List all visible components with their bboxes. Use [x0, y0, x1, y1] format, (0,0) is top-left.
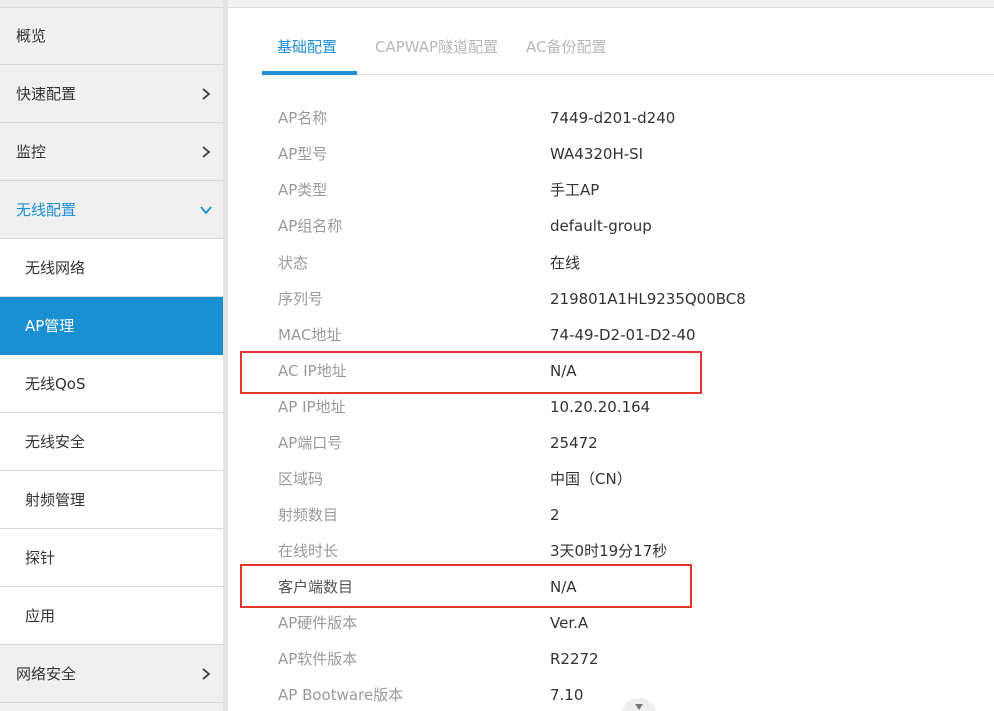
detail-key: AP端口号 — [278, 434, 343, 452]
detail-row-bootware-version: AP Bootware版本 7.10 — [228, 677, 994, 711]
tab-ac-backup-config[interactable]: AC备份配置 — [526, 28, 606, 74]
sidebar-subitem-radio-management[interactable]: 射频管理 — [0, 471, 223, 529]
chevron-right-icon — [202, 668, 211, 680]
chevron-right-icon — [202, 88, 211, 100]
detail-row-ap-port: AP端口号 25472 — [228, 425, 994, 461]
detail-key: AP组名称 — [278, 217, 343, 235]
detail-key: AP软件版本 — [278, 650, 358, 668]
detail-value: Ver.A — [550, 614, 589, 632]
detail-key: 序列号 — [278, 290, 324, 308]
detail-row-ap-name: AP名称 7449-d201-d240 — [228, 100, 994, 136]
detail-row-mac-address: MAC地址 74-49-D2-01-D2-40 — [228, 317, 994, 353]
chevron-right-icon — [202, 146, 211, 158]
sidebar-subitem-label: 无线QoS — [25, 375, 86, 393]
caret-down-icon — [635, 704, 643, 710]
sidebar-subitem-label: 探针 — [25, 549, 56, 567]
detail-value: 手工AP — [550, 181, 600, 199]
sidebar-subitem-label: AP管理 — [25, 317, 75, 335]
detail-row-status: 状态 在线 — [228, 245, 994, 281]
detail-key: AP名称 — [278, 109, 328, 127]
sidebar-subitem-wireless-network[interactable]: 无线网络 — [0, 239, 223, 297]
detail-row-software-version: AP软件版本 R2272 — [228, 641, 994, 677]
active-tab-indicator — [262, 71, 357, 75]
detail-key: AP IP地址 — [278, 398, 346, 416]
sidebar-item-label: 概览 — [16, 27, 47, 45]
detail-row-serial-number: 序列号 219801A1HL9235Q00BC8 — [228, 281, 994, 317]
highlight-box-client-count — [240, 564, 692, 608]
sidebar-subitem-application[interactable]: 应用 — [0, 587, 223, 645]
detail-key: 射频数目 — [278, 506, 339, 524]
sidebar-item-monitor[interactable]: 监控 — [0, 124, 223, 181]
sidebar-subitem-probe[interactable]: 探针 — [0, 529, 223, 587]
sidebar-item-label: 网络安全 — [16, 665, 77, 683]
highlight-box-ac-ip — [240, 351, 702, 394]
main-content: 基础配置 CAPWAP隧道配置 AC备份配置 AP名称 7449-d201-d2… — [228, 0, 994, 711]
detail-row-ap-model: AP型号 WA4320H-SI — [228, 136, 994, 172]
detail-value: 2 — [550, 506, 560, 524]
sidebar-item-label: 快速配置 — [16, 85, 77, 103]
detail-value: WA4320H-SI — [550, 145, 644, 163]
detail-value: 7.10 — [550, 686, 584, 704]
detail-row-ap-group: AP组名称 default-group — [228, 208, 994, 244]
sidebar-subitem-label: 应用 — [25, 607, 56, 625]
detail-row-region-code: 区域码 中国（CN） — [228, 461, 994, 497]
detail-value: 25472 — [550, 434, 598, 452]
chevron-down-icon — [200, 206, 212, 215]
detail-value: 在线 — [550, 254, 581, 272]
detail-row-radio-count: 射频数目 2 — [228, 497, 994, 533]
sidebar-item-wireless-config[interactable]: 无线配置 — [0, 182, 223, 239]
detail-row-hardware-version: AP硬件版本 Ver.A — [228, 605, 994, 641]
sidebar-item-label: 监控 — [16, 143, 47, 161]
detail-value: 219801A1HL9235Q00BC8 — [550, 290, 746, 308]
sidebar-top-strip — [0, 0, 223, 8]
sidebar-item-overview[interactable]: 概览 — [0, 8, 223, 65]
detail-key: AP硬件版本 — [278, 614, 358, 632]
detail-key: MAC地址 — [278, 326, 342, 344]
detail-value: R2272 — [550, 650, 599, 668]
sidebar-item-label: 无线配置 — [16, 201, 77, 219]
detail-value: 7449-d201-d240 — [550, 109, 676, 127]
main-top-strip — [228, 0, 994, 8]
app-window: 概览 快速配置 监控 无线配置 无线网络 AP管理 无线QoS 无线安全 射频管… — [0, 0, 994, 711]
sidebar-subitem-label: 无线网络 — [25, 259, 86, 277]
sidebar-subitem-wireless-security[interactable]: 无线安全 — [0, 413, 223, 471]
sidebar-item-quick-config[interactable]: 快速配置 — [0, 66, 223, 123]
tab-divider — [262, 74, 994, 75]
detail-key: 区域码 — [278, 470, 324, 488]
tab-capwap-tunnel-config[interactable]: CAPWAP隧道配置 — [375, 28, 498, 74]
detail-value: 74-49-D2-01-D2-40 — [550, 326, 696, 344]
detail-key: 状态 — [278, 254, 309, 272]
detail-value: default-group — [550, 217, 652, 235]
sidebar-subitem-label: 射频管理 — [25, 491, 86, 509]
sidebar-nav: 概览 快速配置 监控 无线配置 无线网络 AP管理 无线QoS 无线安全 射频管… — [0, 0, 223, 711]
detail-row-ap-type: AP类型 手工AP — [228, 172, 994, 208]
detail-value: 中国（CN） — [550, 470, 632, 488]
sidebar-subitem-wireless-qos[interactable]: 无线QoS — [0, 355, 223, 413]
detail-key: AP类型 — [278, 181, 328, 199]
detail-row-ap-ip: AP IP地址 10.20.20.164 — [228, 389, 994, 425]
sidebar-item-network-security[interactable]: 网络安全 — [0, 645, 223, 703]
detail-key: AP Bootware版本 — [278, 686, 404, 704]
detail-key: AP型号 — [278, 145, 328, 163]
sidebar-subitem-label: 无线安全 — [25, 433, 86, 451]
tab-basic-config[interactable]: 基础配置 — [277, 28, 337, 74]
sidebar-subitem-ap-management[interactable]: AP管理 — [0, 297, 223, 355]
detail-value: 10.20.20.164 — [550, 398, 651, 416]
